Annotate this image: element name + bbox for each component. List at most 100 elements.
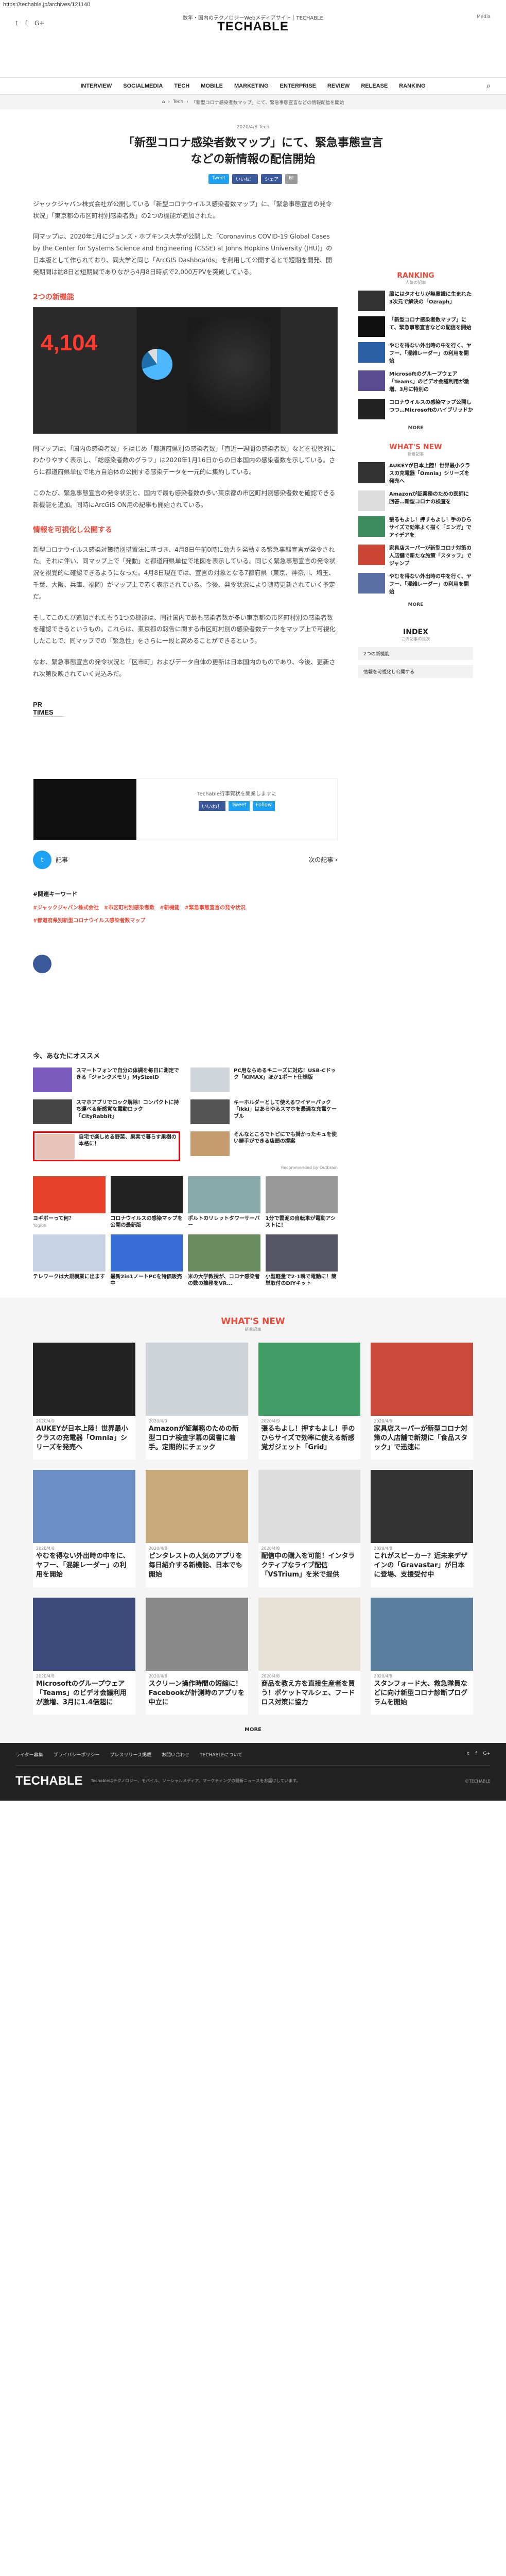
keyword-link[interactable]: #都道府県別新型コロナウイルス感染者数マップ	[33, 916, 145, 924]
nav-enterprise[interactable]: ENTERPRISE	[280, 83, 316, 89]
search-icon[interactable]: ⌕	[486, 82, 491, 90]
nav-release[interactable]: RELEASE	[361, 83, 388, 89]
footer-copyright: ©TECHABLE	[464, 1778, 491, 1784]
article-card[interactable]: 2020/4/8 ピンタレストの人気のアプリを毎日紹介する新機能、日本でも開始	[145, 1470, 248, 1587]
new-subheading: 新着記事	[407, 451, 424, 456]
footer-social: t f G+	[467, 1751, 491, 1758]
thumb-item[interactable]: コロナウイルスの感染マップを公開の最新版	[110, 1176, 183, 1229]
ranking-item[interactable]: Microsoftのグループウェア「Teams」のビデオ会議利用が激増、3月に特…	[358, 370, 473, 394]
ranking-item[interactable]: 「新型コロナ感染者数マップ」にて、緊急事態宣言などの配信を開始	[358, 316, 473, 337]
facebook-icon[interactable]: f	[475, 1751, 477, 1758]
top-strip: t f G+ 数年・国内のテクノロジーWebメディアサイト｜TECHABLE T…	[0, 10, 506, 33]
nav-socialmedia[interactable]: SOCIALMEDIA	[123, 83, 163, 89]
recommend-item[interactable]: キーホルダーとして使えるワイヤーパック「Ikki」はあらゆるスマホを最適な充電ケ…	[190, 1099, 338, 1124]
article-card[interactable]: 2020/4/8 Microsoftのグループウェア「Teams」のビデオ会議利用…	[33, 1597, 135, 1715]
index-item[interactable]: 情報を可視化し公開する	[358, 665, 473, 678]
bottom-more-button[interactable]: MORE	[33, 1727, 473, 1733]
recommend-item[interactable]: そんなところでトピにでも掛かったキュを使い勝手ができる店頭の提案	[190, 1131, 338, 1161]
new-item[interactable]: 張るもよし！押すもよし！手のひらサイズで効率よく描く「ミンガ」でアイデアを	[358, 516, 473, 539]
site-logo[interactable]: TECHABLE	[0, 20, 506, 34]
twitter-icon[interactable]: t	[467, 1751, 469, 1758]
prev-article-link[interactable]: 記事	[56, 855, 68, 864]
breadcrumb: ⌂ › Tech › 「新型コロナ感染者数マップ」にて、緊急事態宣言などの情報配…	[0, 95, 506, 109]
like-button[interactable]: いいね！	[232, 174, 258, 184]
footer: ライター募集 プライバシーポリシー プレスリリース掲載 お問い合わせ TECHA…	[0, 1743, 506, 1801]
new-heading: WHAT'S NEW	[389, 443, 442, 451]
index-item[interactable]: 2つの新機能	[358, 647, 473, 660]
new-more-button[interactable]: MORE	[358, 602, 473, 607]
keyword-link[interactable]: #緊急事態宣言の発令状況	[185, 903, 246, 911]
nav-review[interactable]: REVIEW	[327, 83, 350, 89]
keyword-link[interactable]: #ジャックジャパン株式会社	[33, 903, 99, 911]
recommend-item[interactable]: PC用ならめるキニーズに対応！USB-Cドック「KIMAX」ほか1ポート仕様版	[190, 1067, 338, 1092]
thumb-item[interactable]: ポルトのリレットタワーサーバー	[188, 1176, 260, 1229]
hatena-button[interactable]: B!	[285, 174, 298, 184]
next-article-link[interactable]: 次の記事 ›	[308, 855, 338, 864]
article-card[interactable]: 2020/4/9 AUKEYが日本上陸！世界最小クラスの充電器「Omnia」シリー…	[33, 1342, 135, 1460]
index-box: INDEX この記事の目次 2つの新機能 情報を可視化し公開する	[358, 628, 473, 678]
recommend-item[interactable]: スマホアプリでロック解除！コンパクトに持ち運べる新感覚な電動ロック「CityRa…	[33, 1099, 180, 1124]
footer-link[interactable]: お問い合わせ	[162, 1751, 189, 1758]
article-card[interactable]: 2020/4/8 商品を教え方を直接生産者を買う！ポケットマルシェ、フードロス対策…	[258, 1597, 361, 1715]
recommend-item-highlighted[interactable]: 自宅で楽しめる野菜、果実で暮らす果樹の本格に！	[33, 1131, 180, 1161]
nav-interview[interactable]: INTERVIEW	[80, 83, 112, 89]
googleplus-icon[interactable]: G+	[483, 1751, 491, 1758]
footer-link[interactable]: ライター募集	[15, 1751, 43, 1758]
footer-link[interactable]: TECHABLEについて	[200, 1751, 242, 1758]
keyword-link[interactable]: #新機能	[160, 903, 179, 911]
breadcrumb-tech[interactable]: Tech	[173, 99, 183, 105]
breadcrumb-home[interactable]: ⌂	[162, 99, 165, 105]
article-card[interactable]: 2020/4/8 これがスピーカー？近未来デザインの「Gravastar」が日本に…	[371, 1470, 473, 1587]
section-heading: 情報を可視化し公開する	[33, 526, 112, 534]
ranking-item[interactable]: 脳にはタオセリが無意識に生まれた3次元で解決の「Ozraph」	[358, 290, 473, 311]
article-card[interactable]: 2020/4/9 張るもよし！押すもよし！手のひらサイズで効率に使える新感覚ガジェ…	[258, 1342, 361, 1460]
thumb-item[interactable]: 最新2in1ノートPCを特価販売中	[110, 1234, 183, 1287]
article-card[interactable]: 2020/4/9 Amazonが証業務のための新型コロナ検査字幕の図書に着手。定期…	[145, 1342, 248, 1460]
footer-logo[interactable]: TECHABLE	[15, 1774, 83, 1788]
new-item[interactable]: AUKEYが日本上陸！世界最小クラスの充電器「Omnia」シリーズを発売へ	[358, 462, 473, 485]
nav-tech[interactable]: TECH	[174, 83, 189, 89]
ranking-item[interactable]: やむを得ない外出時の中を行く、ヤフー、「混雑レーダー」の利用を開始	[358, 342, 473, 365]
card-grid: 2020/4/9 AUKEYが日本上陸！世界最小クラスの充電器「Omnia」シリー…	[33, 1342, 473, 1715]
thumb-item[interactable]: 1分で雲泥の自転車が電動アシストに！	[265, 1176, 338, 1229]
dashboard-image: 4,104	[33, 307, 338, 434]
footer-links: ライター募集 プライバシーポリシー プレスリリース掲載 お問い合わせ TECHA…	[15, 1751, 491, 1766]
new-item[interactable]: やむを得ない外出時の中を行く、ヤフー、「混雑レーダー」の利用を開始	[358, 572, 473, 596]
site-header: t f G+ 数年・国内のテクノロジーWebメディアサイト｜TECHABLE T…	[0, 10, 506, 109]
sidebar: RANKING 人気の記事 脳にはタオセリが無意識に生まれた3次元で解決の「Oz…	[358, 189, 473, 1287]
recommend-item[interactable]: スマートフォンで自分の体調を毎日に測定できる「ジャンクメモリ」MySizeID	[33, 1067, 180, 1092]
article-card[interactable]: 2020/4/8 やむを得ない外出時の中をに、ヤフー、「混雑レーダー」の利用を開始	[33, 1470, 135, 1587]
facebook-icon[interactable]	[33, 954, 51, 973]
footer-link[interactable]: プライバシーポリシー	[54, 1751, 100, 1758]
outbrain-tag[interactable]: Recommended by Outbrain	[33, 1165, 338, 1170]
new-item[interactable]: Amazonが証業務のための医師に回答…新型コロナの検査を	[358, 490, 473, 511]
article-card[interactable]: 2020/4/8 配信中の購入を可能！インタラクティブなライブ配信「VSTrium…	[258, 1470, 361, 1587]
thumb-item[interactable]: テレワークは大規模業に出ます	[33, 1234, 106, 1287]
nav-ranking[interactable]: RANKING	[399, 83, 425, 89]
article-card[interactable]: 2020/4/9 家具店スーパーが新型コロナ対策の人店舗で新規に「食品スタック」で…	[371, 1342, 473, 1460]
share-button[interactable]: シェア	[261, 174, 283, 184]
main-nav: INTERVIEW SOCIALMEDIA TECH MOBILE MARKET…	[0, 77, 506, 95]
new-item[interactable]: 家具店スーパーが新型コロナ対策の人店舗で新たな施策「スタッフ」でジャンプ	[358, 544, 473, 568]
article-card[interactable]: 2020/4/8 スタンフォード大、救急隊員などに向け新型コロナ診断プログラムを開…	[371, 1597, 473, 1715]
thumb-item[interactable]: 小型軽量で2-1瞬で電動に！簡単取付のDIYキット	[265, 1234, 338, 1287]
keyword-link[interactable]: #市区町村別感染者数	[104, 903, 154, 911]
footer-link[interactable]: プレスリリース掲載	[110, 1751, 151, 1758]
thumb-item[interactable]: 米の大学教授が、コロナ感染者の数の推移をVR...	[188, 1234, 260, 1287]
twitter-icon[interactable]: t	[33, 850, 51, 869]
url-bar[interactable]: https://techable.jp/archives/121140	[0, 0, 506, 10]
embed-card[interactable]: Techable行事賀状を開業しますに いいね！ Tweet Follow	[33, 778, 338, 840]
tweet-button[interactable]: Tweet	[208, 174, 230, 184]
ranking-more-button[interactable]: MORE	[358, 426, 473, 431]
article-card[interactable]: 2020/4/8 スクリーン操作時間の短縮に！Facebookが計測時のアプリを中…	[145, 1597, 248, 1715]
embed-follow-button[interactable]: Follow	[252, 801, 275, 811]
embed-like-button[interactable]: いいね！	[198, 801, 225, 811]
ranking-item[interactable]: コロナウイルスの感染マップ公開しつつ…Microsoftのハイブリッドか	[358, 398, 473, 419]
index-heading: INDEX	[403, 628, 428, 636]
embed-tweet-button[interactable]: Tweet	[228, 801, 250, 811]
paragraph: ジャックジャパン株式会社が公開している「新型コロナウイルス感染者数マップ」に、「…	[33, 200, 332, 219]
thumb-item[interactable]: ヨギボーって何？ Yogibo	[33, 1176, 106, 1229]
breadcrumb-current: 「新型コロナ感染者数マップ」にて、緊急事態宣言などの情報配信を開始	[191, 100, 344, 106]
nav-mobile[interactable]: MOBILE	[201, 83, 223, 89]
nav-marketing[interactable]: MARKETING	[234, 83, 269, 89]
